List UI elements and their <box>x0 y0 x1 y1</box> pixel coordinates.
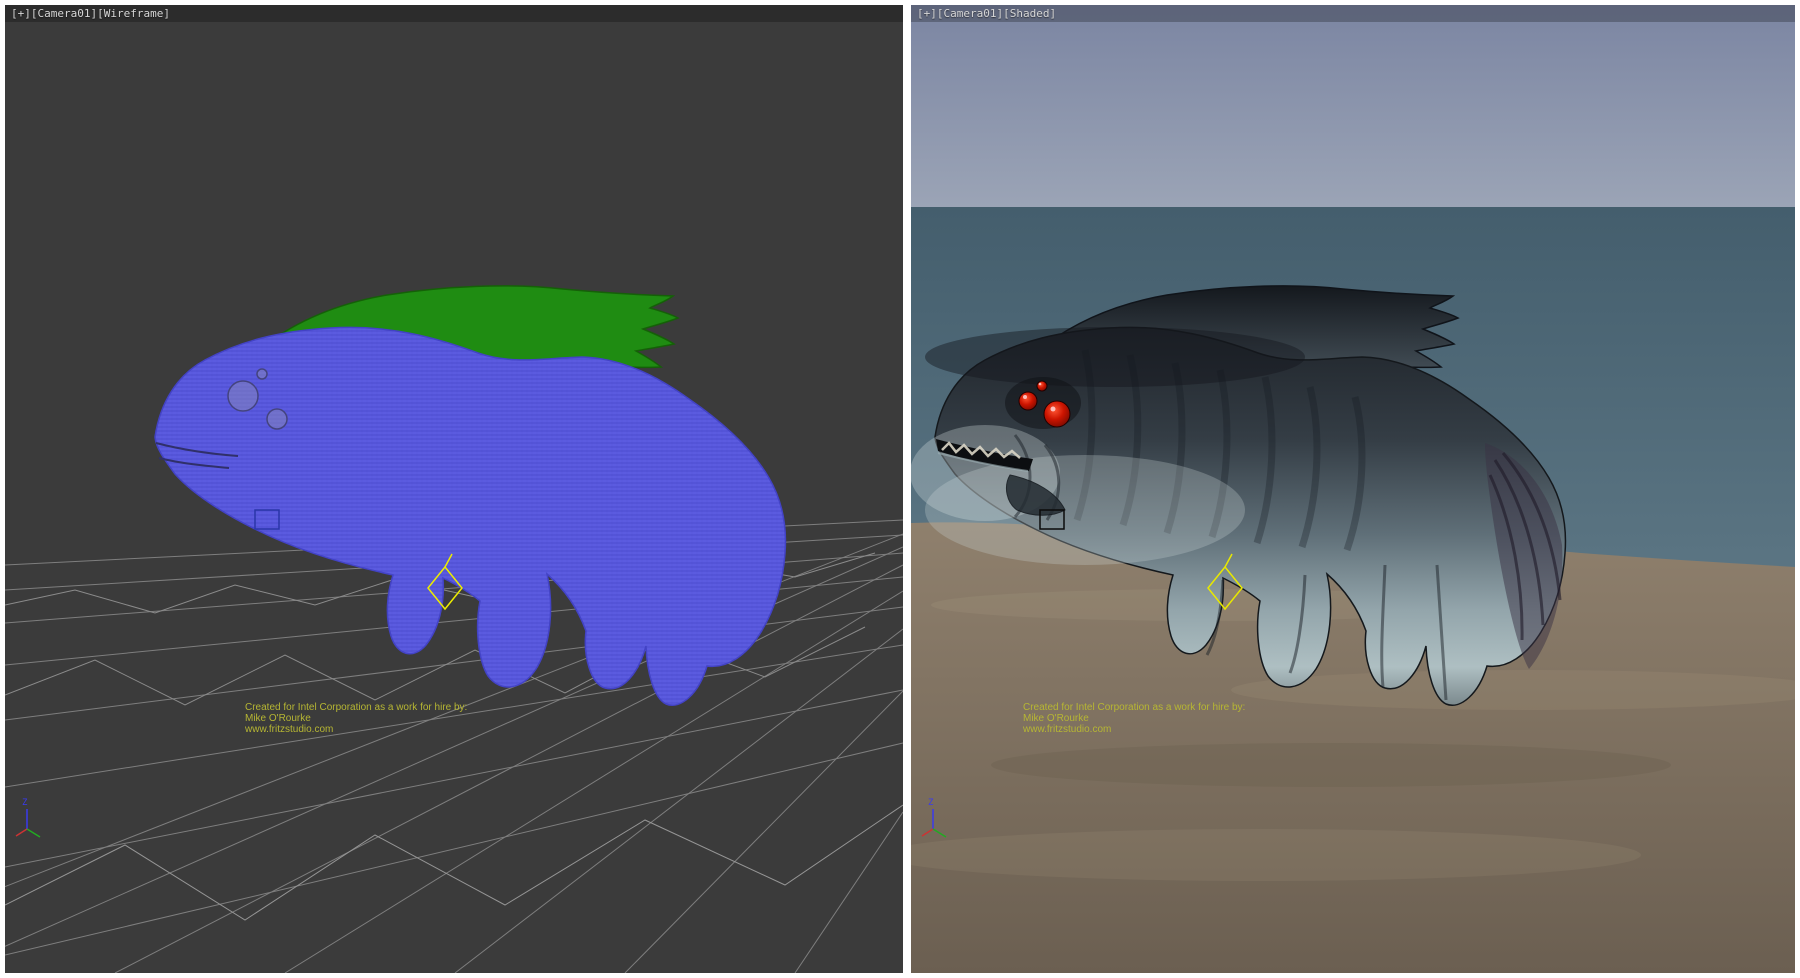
viewport-menu-button[interactable]: [+] <box>11 7 31 20</box>
annotation-line-3: www.fritzstudio.com <box>1023 724 1245 735</box>
axis-z-label: Z <box>928 798 934 808</box>
viewport-label: [+][Camera01][Wireframe] <box>11 7 170 20</box>
annotation-line-1: Created for Intel Corporation as a work … <box>1023 702 1245 713</box>
scene-annotation: Created for Intel Corporation as a work … <box>245 702 467 735</box>
world-axis-tripod: Z <box>919 795 963 843</box>
back-shadow <box>925 327 1305 387</box>
viewport-menu-button[interactable]: [+] <box>917 7 937 20</box>
annotation-line-1: Created for Intel Corporation as a work … <box>245 702 467 713</box>
world-axis-tripod: Z <box>13 795 57 843</box>
viewport-shaded[interactable]: [+][Camera01][Shaded] Created for Intel … <box>911 5 1795 973</box>
viewport-camera-menu[interactable]: [Camera01] <box>937 7 1003 20</box>
scene-annotation: Created for Intel Corporation as a work … <box>1023 702 1245 735</box>
annotation-line-3: www.fritzstudio.com <box>245 724 467 735</box>
viewport-shading-menu[interactable]: [Wireframe] <box>97 7 170 20</box>
shaded-scene <box>911 5 1795 973</box>
annotation-line-2: Mike O'Rourke <box>245 713 467 724</box>
annotation-line-2: Mike O'Rourke <box>1023 713 1245 724</box>
sky <box>911 5 1795 207</box>
fish-model-wireframe[interactable] <box>155 286 785 705</box>
viewport-camera-menu[interactable]: [Camera01] <box>31 7 97 20</box>
viewport-shading-menu[interactable]: [Shaded] <box>1003 7 1056 20</box>
viewport-label: [+][Camera01][Shaded] <box>917 7 1056 20</box>
axis-z-label: Z <box>22 798 28 808</box>
wireframe-scene <box>5 5 903 973</box>
viewport-wireframe[interactable]: [+][Camera01][Wireframe] Created for Int… <box>5 5 903 973</box>
viewport-frame: [+][Camera01][Wireframe] Created for Int… <box>0 0 1800 978</box>
